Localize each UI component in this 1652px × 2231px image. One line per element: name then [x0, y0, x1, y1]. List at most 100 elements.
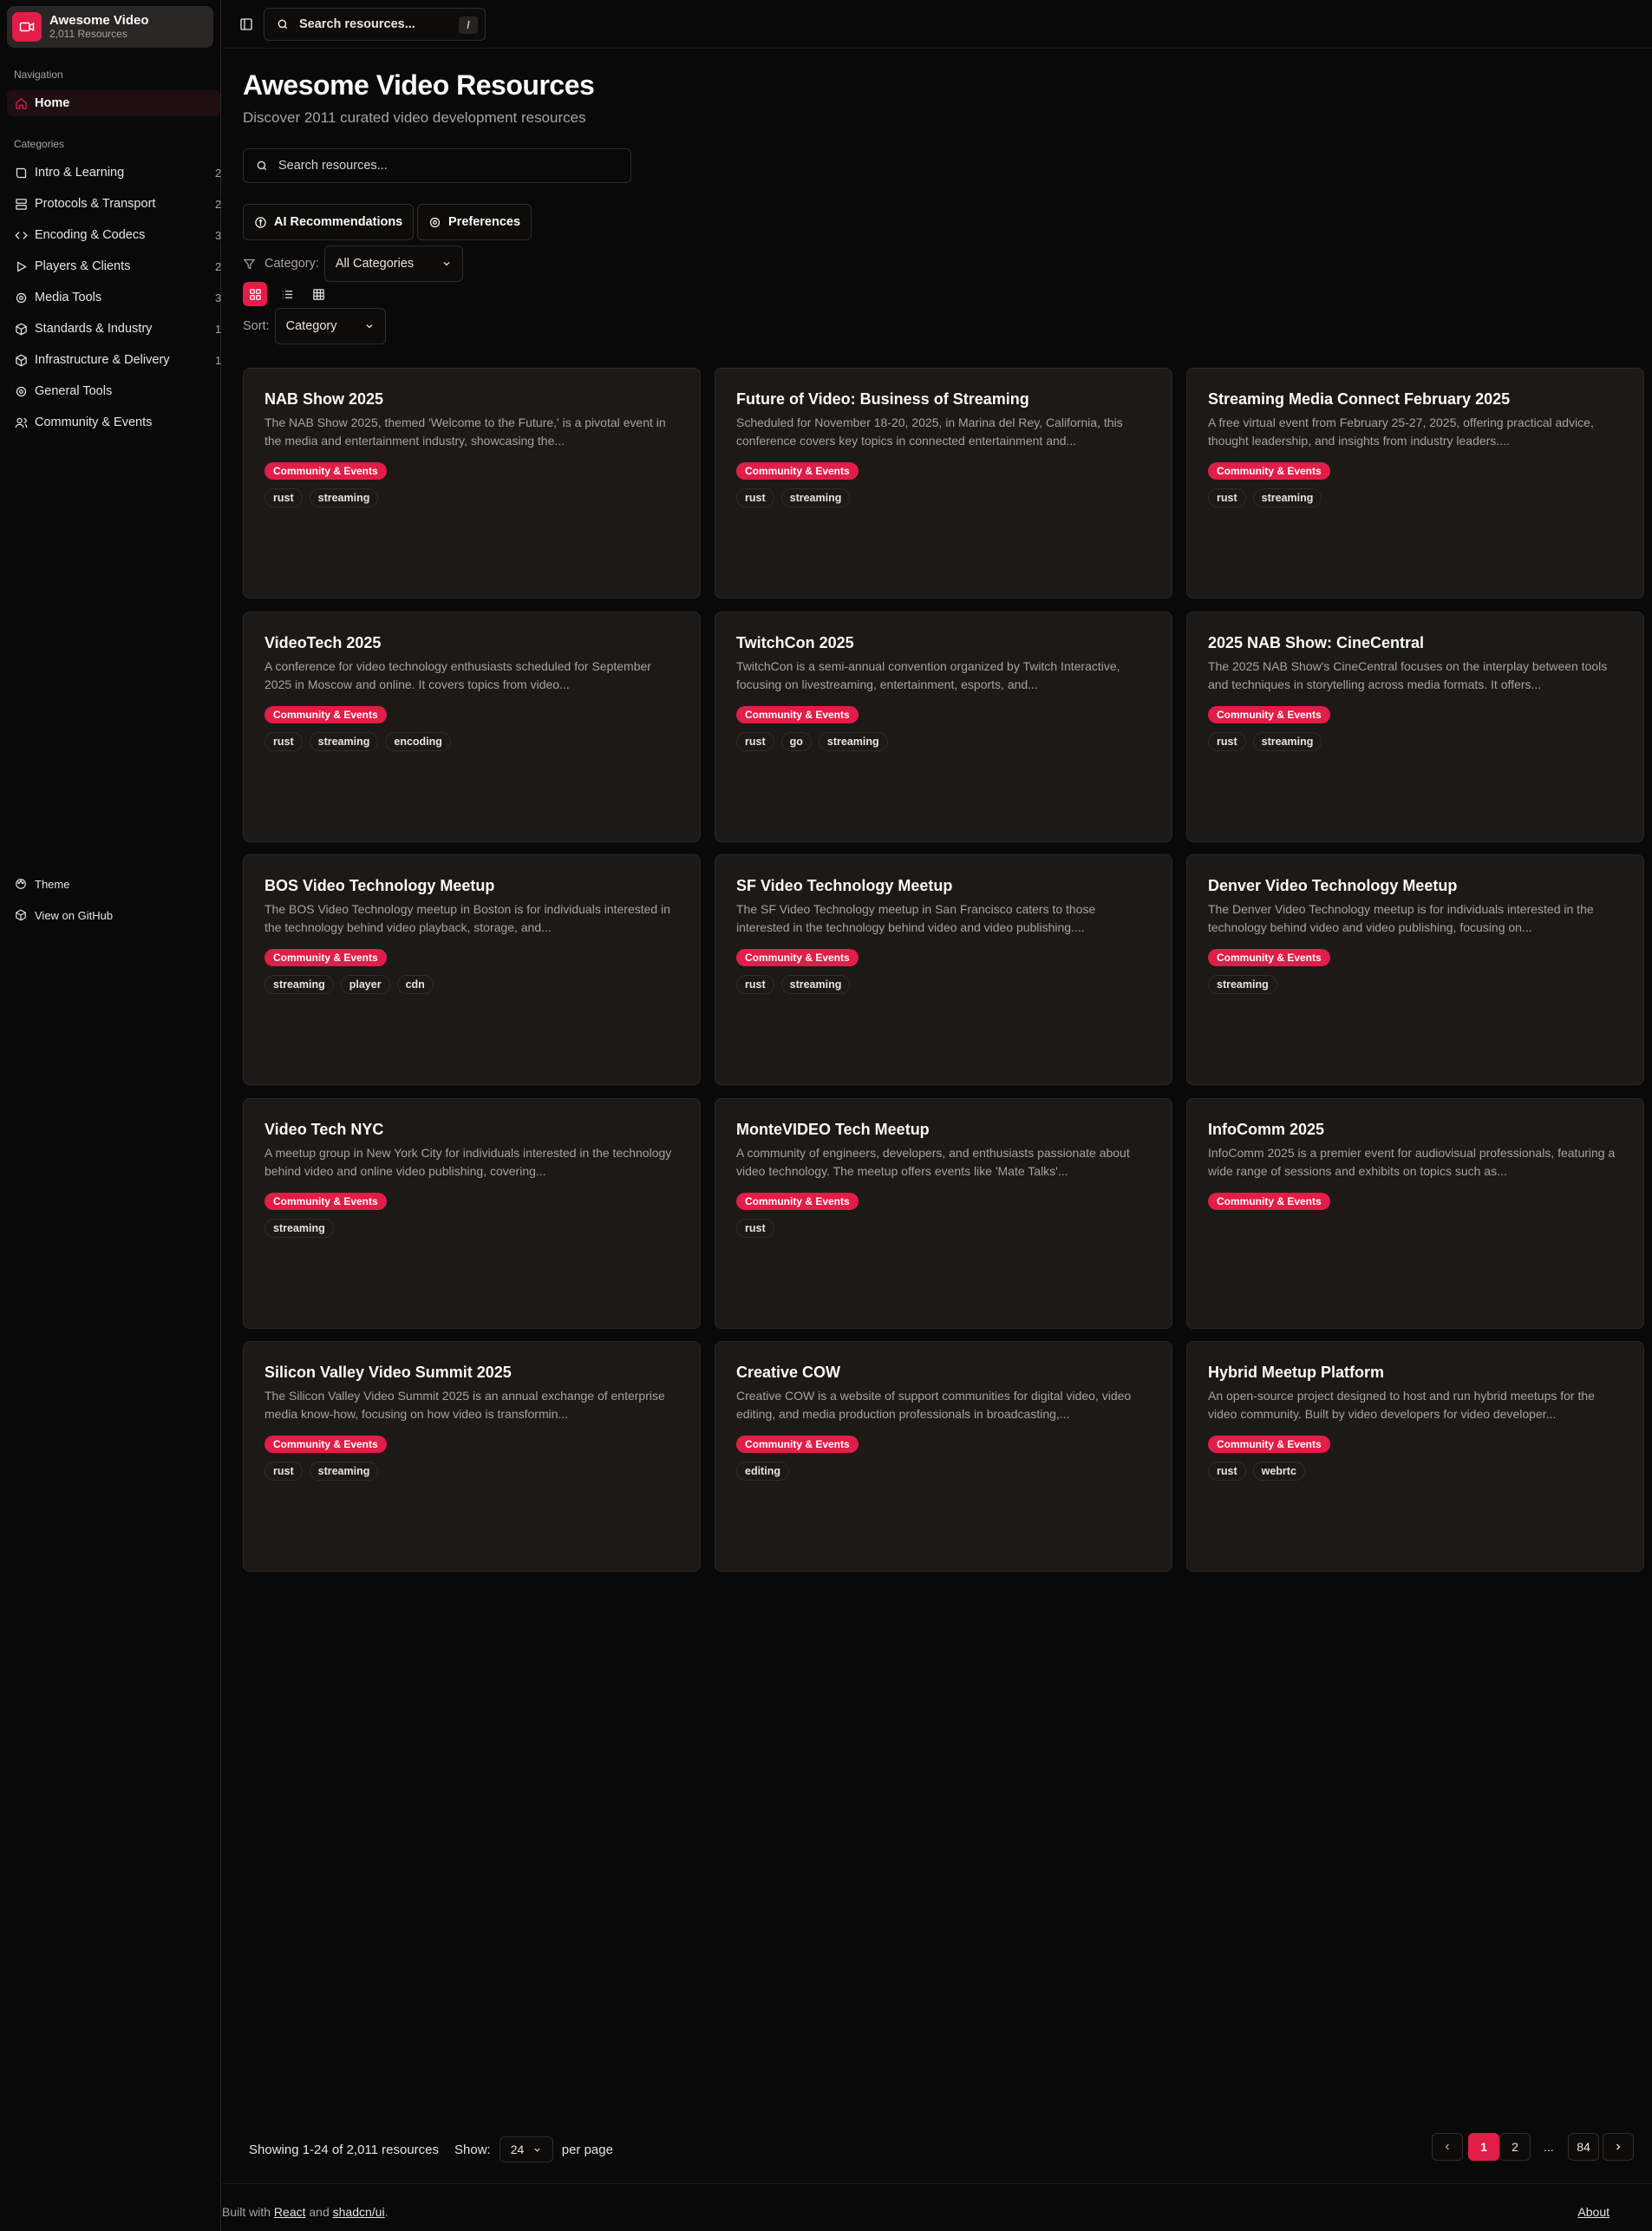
category-badge[interactable]: Community & Events [1208, 1436, 1330, 1453]
per-page-select[interactable]: 24 [499, 2136, 553, 2162]
resource-card[interactable]: BOS Video Technology Meetup The BOS Video… [243, 854, 701, 1085]
tag-chip[interactable]: webrtc [1252, 1462, 1305, 1481]
resource-card[interactable]: Creative COW Creative COW is a website of… [715, 1341, 1172, 1572]
category-select[interactable]: All Categories [323, 245, 463, 282]
category-badge[interactable]: Community & Events [736, 949, 859, 966]
tag-chip[interactable]: streaming [780, 488, 851, 507]
sidebar-item-standards-industry[interactable]: Standards & Industry 1 [7, 316, 221, 342]
category-badge[interactable]: Community & Events [264, 949, 387, 966]
tag-chip[interactable]: streaming [780, 975, 851, 994]
category-badge[interactable]: Community & Events [1208, 706, 1330, 723]
chevron-down-icon [532, 2145, 542, 2155]
tag-chip[interactable]: rust [736, 732, 774, 751]
grid-view-toggle[interactable] [243, 282, 267, 306]
category-badge[interactable]: Community & Events [1208, 462, 1330, 480]
sidebar-item-media-tools[interactable]: Media Tools 3 [7, 285, 221, 311]
category-badge[interactable]: Community & Events [264, 706, 387, 723]
resource-card[interactable]: 2025 NAB Show: CineCentral The 2025 NAB S… [1186, 612, 1644, 842]
sparkle-icon [254, 216, 267, 229]
footer-built-with: Built with [222, 2205, 271, 2219]
resource-card[interactable]: SF Video Technology Meetup The SF Video T… [715, 854, 1172, 1085]
card-tags: editing [736, 1462, 1151, 1481]
search-input[interactable]: Search resources... [243, 148, 631, 183]
page-button-2[interactable]: 2 [1499, 2133, 1531, 2161]
next-page-button[interactable] [1603, 2133, 1634, 2161]
resource-card[interactable]: InfoComm 2025 InfoComm 2025 is a premier … [1186, 1098, 1644, 1329]
about-link[interactable]: About [1577, 2205, 1610, 2219]
prev-page-button[interactable] [1432, 2133, 1463, 2161]
top-search-input[interactable]: Search resources... / [264, 8, 486, 41]
category-badge[interactable]: Community & Events [736, 462, 859, 480]
category-badge[interactable]: Community & Events [736, 1193, 859, 1210]
sidebar-item-infrastructure-delivery[interactable]: Infrastructure & Delivery 1 [7, 347, 221, 373]
tag-chip[interactable]: streaming [818, 732, 888, 751]
resource-card[interactable]: NAB Show 2025 The NAB Show 2025, themed '… [243, 368, 701, 599]
sort-row: Sort: Category [243, 308, 386, 344]
tag-chip[interactable]: encoding [385, 732, 451, 751]
resource-card[interactable]: Video Tech NYC A meetup group in New York… [243, 1098, 701, 1329]
sidebar-item-players-clients[interactable]: Players & Clients 2 [7, 253, 221, 279]
tag-chip[interactable]: rust [1208, 488, 1246, 507]
tag-chip[interactable]: rust [1208, 1462, 1246, 1481]
sidebar-item-general-tools[interactable]: General Tools [7, 378, 220, 404]
tag-chip[interactable]: rust [264, 1462, 303, 1481]
resource-card[interactable]: Denver Video Technology Meetup The Denver… [1186, 854, 1644, 1085]
tag-chip[interactable]: streaming [309, 732, 379, 751]
sidebar-item-community-events[interactable]: Community & Events [7, 409, 220, 435]
category-badge[interactable]: Community & Events [264, 462, 387, 480]
category-badge[interactable]: Community & Events [736, 1436, 859, 1453]
tag-chip[interactable]: streaming [1252, 732, 1322, 751]
shadcn-link[interactable]: shadcn/ui [333, 2205, 385, 2219]
gear-icon [14, 384, 28, 398]
tag-chip[interactable]: rust [736, 488, 774, 507]
react-link[interactable]: React [274, 2205, 306, 2219]
brand-header[interactable]: Awesome Video 2,011 Resources [7, 6, 213, 48]
tag-chip[interactable]: player [340, 975, 390, 994]
tag-chip[interactable]: rust [264, 488, 303, 507]
category-badge[interactable]: Community & Events [1208, 949, 1330, 966]
page-button-84[interactable]: 84 [1568, 2133, 1599, 2161]
tag-chip[interactable]: streaming [264, 975, 334, 994]
page-button-1[interactable]: 1 [1468, 2133, 1499, 2161]
card-tags: rust webrtc [1208, 1462, 1623, 1481]
card-description: The BOS Video Technology meetup in Bosto… [264, 902, 670, 934]
tag-chip[interactable]: rust [736, 975, 774, 994]
preferences-button[interactable]: Preferences [417, 204, 532, 240]
ai-recommendations-button[interactable]: AI Recommendations [243, 204, 415, 240]
card-description: The Denver Video Technology meetup is fo… [1208, 902, 1594, 934]
card-description: InfoComm 2025 is a premier event for aud… [1208, 1146, 1616, 1178]
tag-chip[interactable]: rust [736, 1219, 774, 1238]
tag-chip[interactable]: streaming [1208, 975, 1277, 994]
sort-select[interactable]: Category [274, 308, 386, 344]
theme-button[interactable]: Theme [7, 871, 220, 897]
resource-card[interactable]: VideoTech 2025 A conference for video tec… [243, 612, 701, 842]
tag-chip[interactable]: streaming [264, 1219, 334, 1238]
tag-chip[interactable]: streaming [1252, 488, 1322, 507]
sidebar-item-intro-learning[interactable]: Intro & Learning 2 [7, 160, 221, 186]
resource-card[interactable]: Streaming Media Connect February 2025 A f… [1186, 368, 1644, 599]
tag-chip[interactable]: go [780, 732, 812, 751]
sidebar-item-encoding-codecs[interactable]: Encoding & Codecs 3 [7, 222, 221, 248]
sidebar-toggle-icon[interactable] [238, 16, 255, 33]
category-badge[interactable]: Community & Events [264, 1193, 387, 1210]
tag-chip[interactable]: rust [1208, 732, 1246, 751]
sidebar-item-home[interactable]: Home [7, 90, 220, 116]
tag-chip[interactable]: streaming [309, 1462, 379, 1481]
resource-card[interactable]: MonteVIDEO Tech Meetup A community of eng… [715, 1098, 1172, 1329]
category-badge[interactable]: Community & Events [736, 706, 859, 723]
resource-card[interactable]: Silicon Valley Video Summit 2025 The Sili… [243, 1341, 701, 1572]
tag-chip[interactable]: streaming [309, 488, 379, 507]
list-view-toggle[interactable] [275, 282, 299, 306]
sidebar-item-protocols-transport[interactable]: Protocols & Transport 2 [7, 191, 221, 217]
tag-chip[interactable]: editing [736, 1462, 789, 1481]
category-badge[interactable]: Community & Events [1208, 1193, 1330, 1210]
table-view-toggle[interactable] [306, 282, 330, 306]
category-badge[interactable]: Community & Events [264, 1436, 387, 1453]
resource-card[interactable]: Hybrid Meetup Platform An open-source pro… [1186, 1341, 1644, 1572]
resource-card[interactable]: TwitchCon 2025 TwitchCon is a semi-annual… [715, 612, 1172, 842]
github-link[interactable]: View on GitHub [7, 902, 220, 928]
tag-chip[interactable]: cdn [396, 975, 434, 994]
sidebar-item-label: Community & Events [35, 415, 153, 429]
resource-card[interactable]: Future of Video: Business of Streaming Sc… [715, 368, 1172, 599]
tag-chip[interactable]: rust [264, 732, 303, 751]
